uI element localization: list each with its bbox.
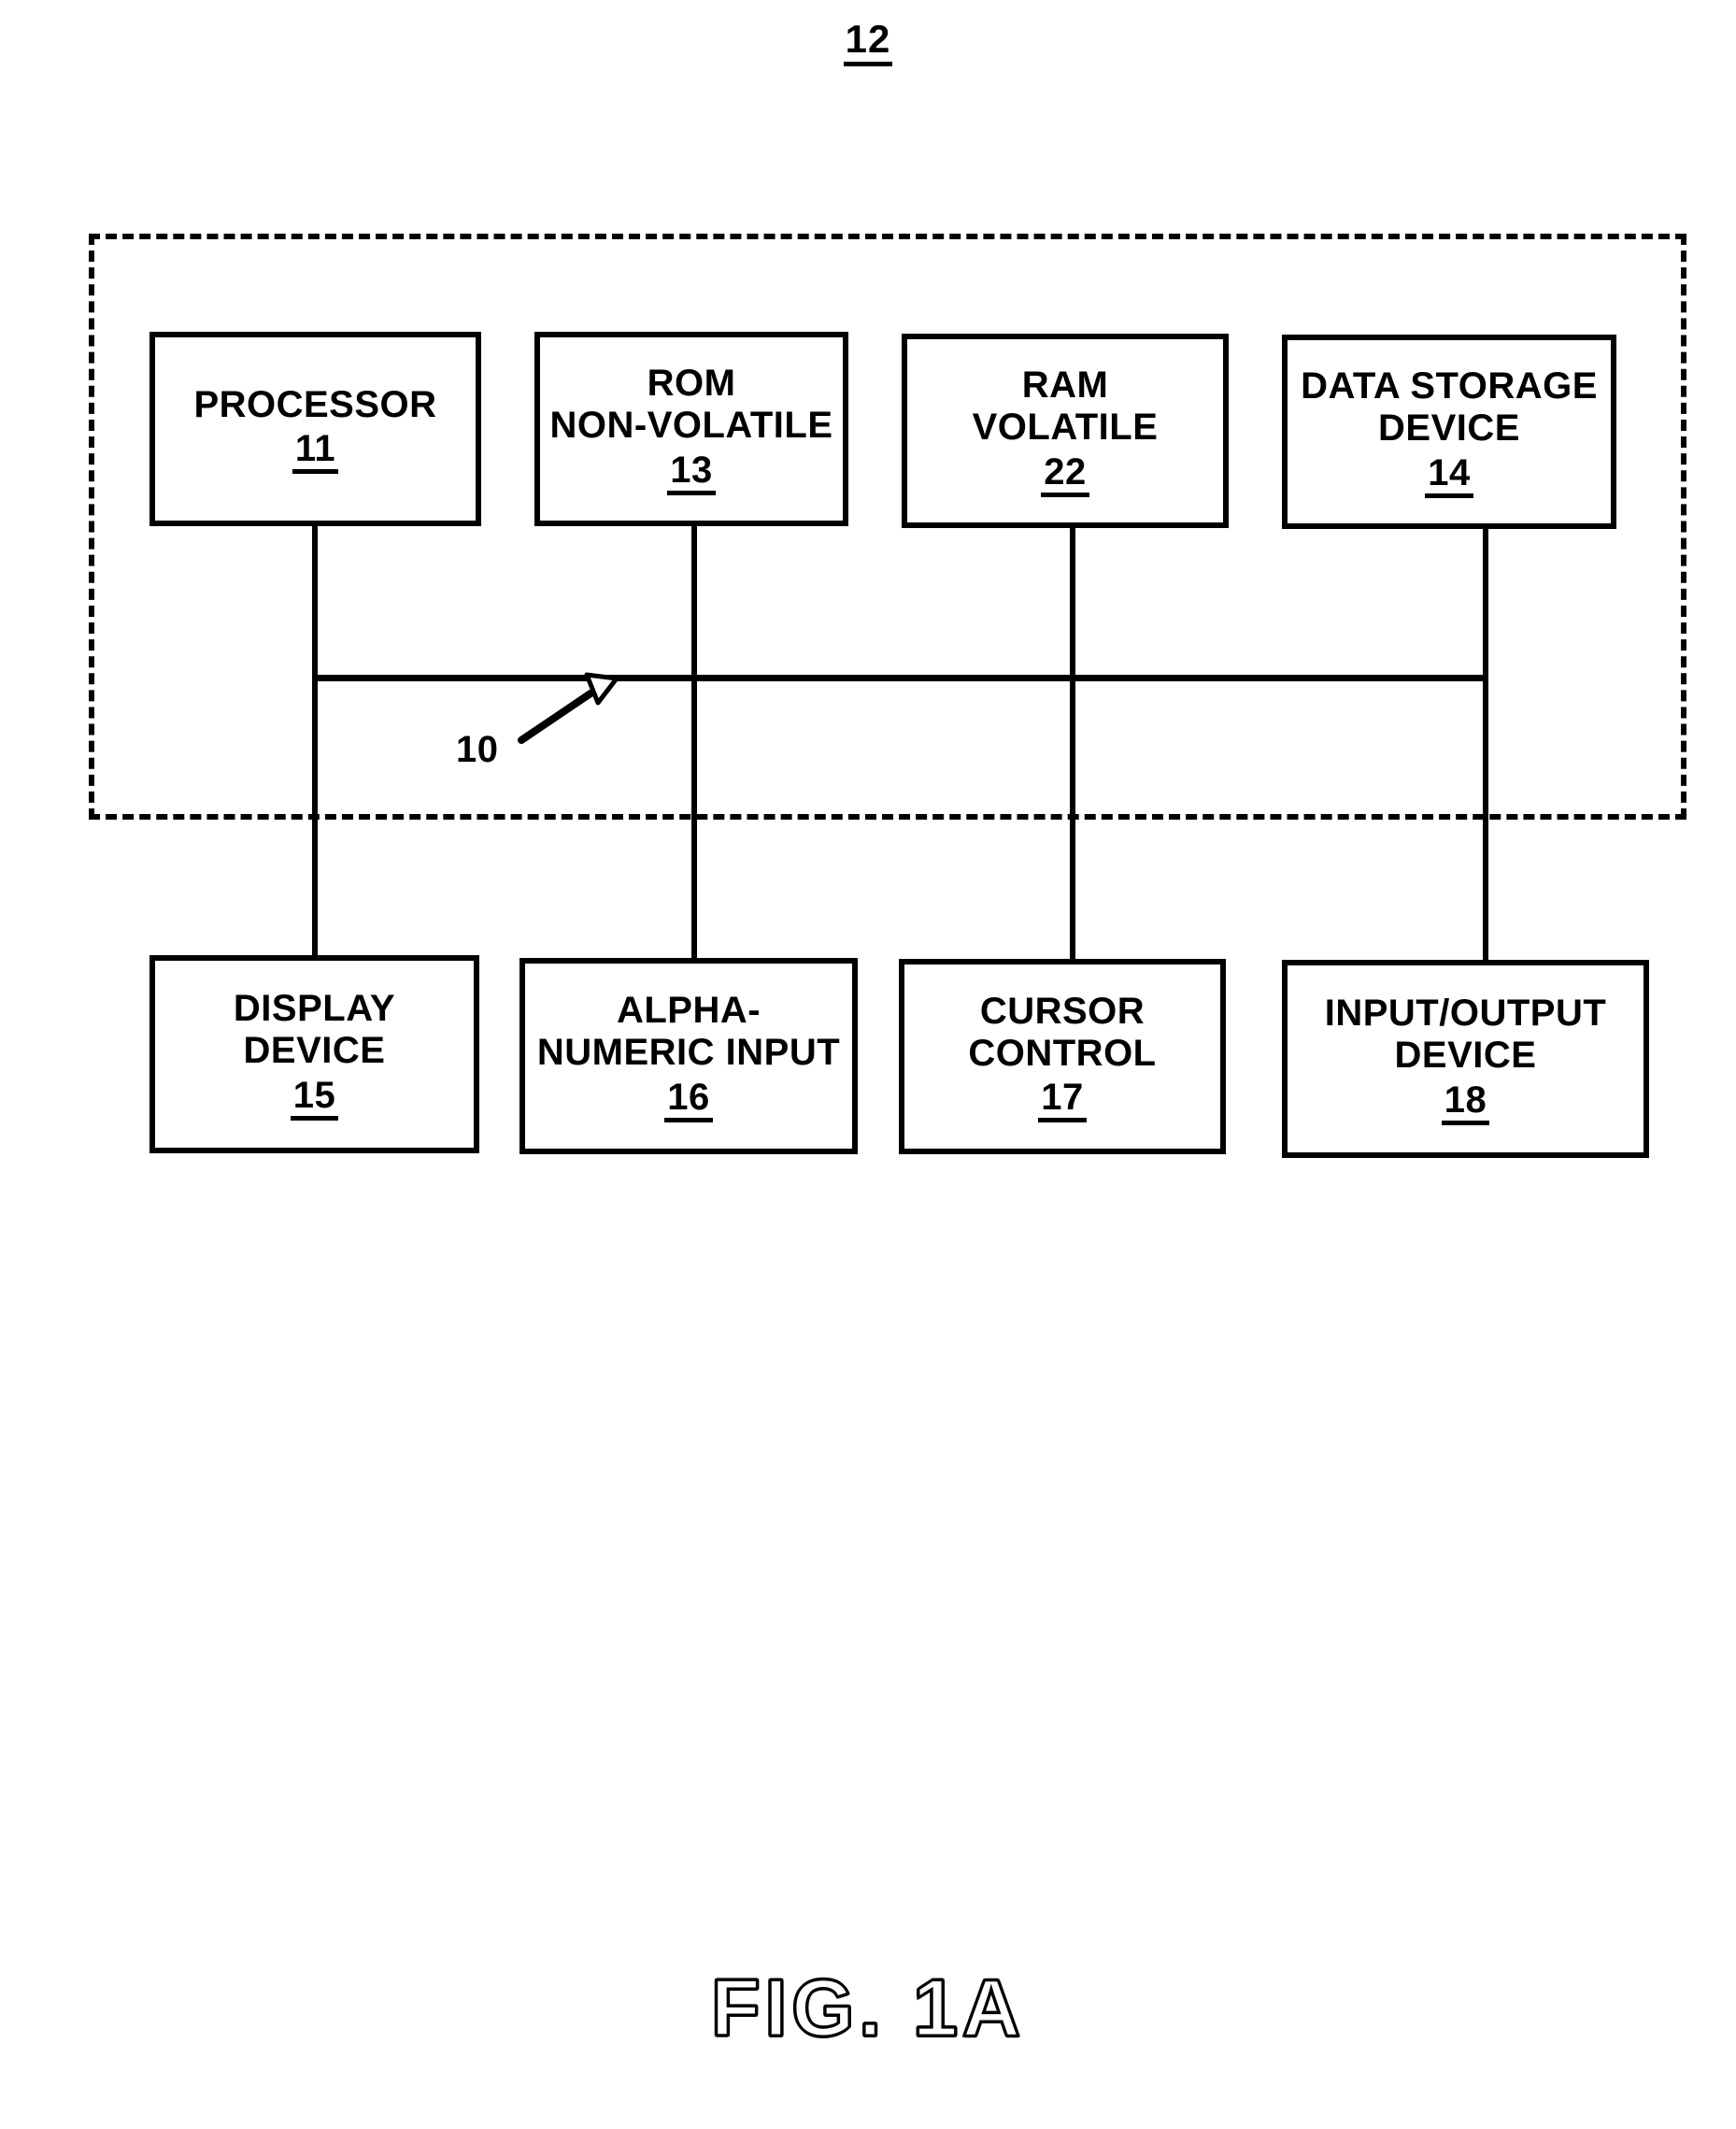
block-display-device-number: 15 bbox=[290, 1076, 339, 1121]
wire-rom-to-bus bbox=[691, 523, 697, 961]
figure-caption: FIG. 1A bbox=[709, 1963, 1026, 2055]
block-rom-non-volatile: ROM NON-VOLATILE 13 bbox=[534, 332, 848, 526]
block-alpha-numeric-input-label: ALPHA- NUMERIC INPUT bbox=[536, 990, 841, 1073]
block-ram-volatile-label: RAM VOLATILE bbox=[972, 364, 1159, 448]
block-alpha-numeric-input-number: 16 bbox=[664, 1078, 713, 1122]
system-bus-line bbox=[312, 675, 1488, 681]
block-data-storage-device-number: 14 bbox=[1425, 453, 1473, 498]
block-input-output-device-label: INPUT/OUTPUT DEVICE bbox=[1324, 993, 1607, 1076]
block-display-device: DISPLAY DEVICE 15 bbox=[149, 955, 479, 1153]
system-reference-numeral-text: 12 bbox=[843, 19, 893, 66]
wire-processor-to-bus bbox=[312, 523, 318, 958]
block-input-output-device: INPUT/OUTPUT DEVICE 18 bbox=[1282, 960, 1649, 1158]
block-processor: PROCESSOR 11 bbox=[149, 332, 481, 526]
system-reference-numeral: 12 bbox=[0, 17, 1736, 66]
block-processor-label: PROCESSOR bbox=[193, 383, 437, 425]
block-alpha-numeric-input: ALPHA- NUMERIC INPUT 16 bbox=[519, 958, 858, 1154]
block-cursor-control-number: 17 bbox=[1038, 1078, 1087, 1123]
wire-ram-to-bus bbox=[1070, 525, 1075, 962]
block-cursor-control-label: CURSOR CONTROL bbox=[968, 990, 1157, 1074]
block-ram-volatile: RAM VOLATILE 22 bbox=[902, 334, 1229, 528]
block-processor-number: 11 bbox=[292, 429, 339, 475]
patent-figure-1a: 12 10 PROCESSOR 11 ROM NON-VOLATILE 13 R… bbox=[0, 0, 1736, 2129]
block-cursor-control: CURSOR CONTROL 17 bbox=[899, 959, 1226, 1154]
block-rom-non-volatile-number: 13 bbox=[667, 450, 716, 495]
block-rom-non-volatile-label: ROM NON-VOLATILE bbox=[549, 363, 833, 446]
block-ram-volatile-number: 22 bbox=[1041, 452, 1089, 497]
bus-callout-arrow-icon bbox=[518, 672, 619, 744]
block-input-output-device-number: 18 bbox=[1441, 1080, 1490, 1125]
wire-data-storage-to-bus bbox=[1483, 526, 1488, 963]
block-data-storage-device-label: DATA STORAGE DEVICE bbox=[1301, 365, 1598, 449]
block-data-storage-device: DATA STORAGE DEVICE 14 bbox=[1282, 335, 1616, 529]
bus-reference-numeral: 10 bbox=[456, 729, 499, 770]
block-display-device-label: DISPLAY DEVICE bbox=[233, 988, 396, 1071]
